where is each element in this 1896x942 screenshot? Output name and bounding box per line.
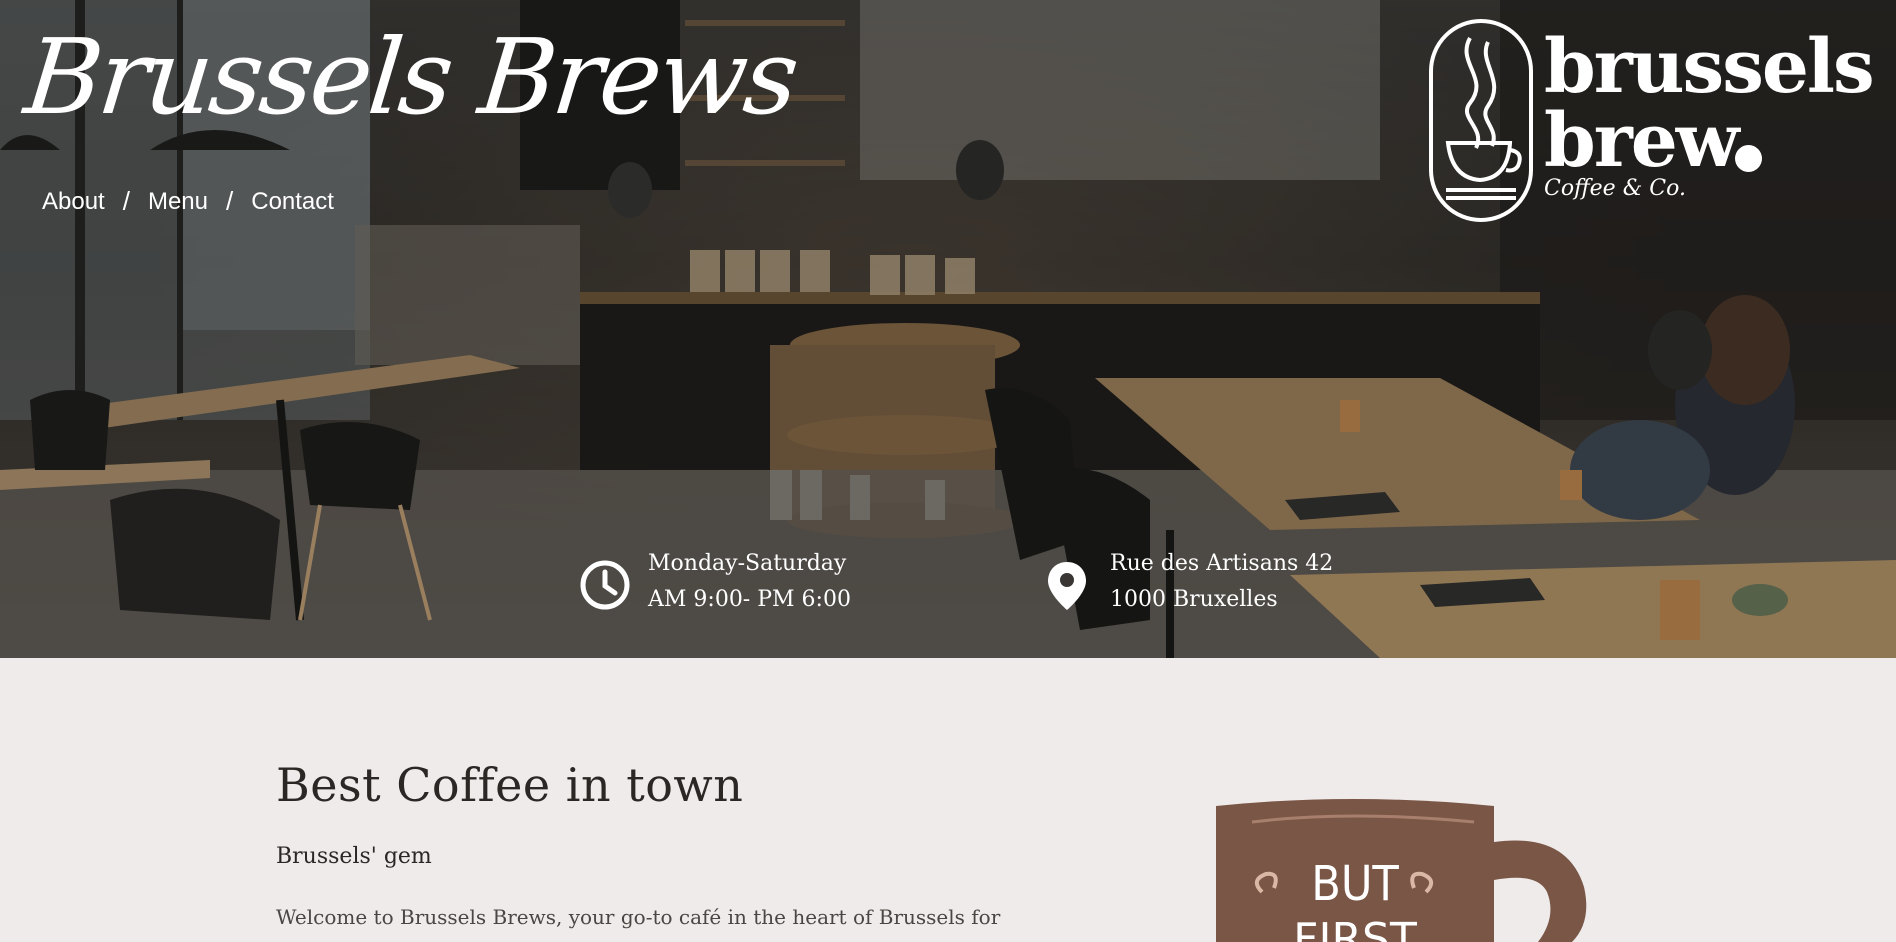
section-subheading: Brussels' gem <box>276 844 432 869</box>
logo-wordmark: brussels brew <box>1544 24 1875 184</box>
address-block: Rue des Artisans 42 1000 Bruxelles <box>1040 546 1333 618</box>
logo-tagline: Coffee & Co. <box>1544 176 1686 201</box>
hours-days: Monday-Saturday <box>648 551 847 576</box>
coffee-cup-badge-icon <box>1429 19 1533 222</box>
address-street: Rue des Artisans 42 <box>1110 551 1334 576</box>
nav-about-link[interactable]: About <box>42 188 105 216</box>
map-pin-icon <box>1048 562 1086 610</box>
mug-text-first: FIRST <box>1293 914 1417 942</box>
nav-separator: / <box>226 186 234 216</box>
nav-separator: / <box>122 186 130 216</box>
nav-menu-link[interactable]: Menu <box>148 188 208 216</box>
address-city: 1000 Bruxelles <box>1110 587 1278 612</box>
logo-dot <box>1735 145 1762 172</box>
hero-banner: Brussels Brews About / Menu / Contact br… <box>0 0 1896 658</box>
hours-time: AM 9:00- PM 6:00 <box>648 587 851 612</box>
clock-icon <box>580 560 630 610</box>
intro-section: Best Coffee in town Brussels' gem Welcom… <box>0 658 1896 942</box>
nav-contact-link[interactable]: Contact <box>251 188 334 216</box>
opening-hours: Monday-Saturday AM 9:00- PM 6:00 <box>578 546 851 618</box>
mug-text-but: BUT <box>1311 856 1399 912</box>
intro-paragraph: Welcome to Brussels Brews, your go-to ca… <box>276 905 1001 929</box>
section-heading: Best Coffee in town <box>276 758 744 812</box>
site-title: Brussels Brews <box>19 16 802 138</box>
logo-line-1: brussels <box>1544 24 1875 110</box>
coffee-mug-illustration: BUT FIRST <box>1216 799 1587 942</box>
main-nav: About / Menu / Contact <box>42 186 334 217</box>
brand-logo[interactable]: brussels brew Coffee & Co. <box>1428 18 1875 223</box>
logo-line-2: brew <box>1544 98 1740 184</box>
